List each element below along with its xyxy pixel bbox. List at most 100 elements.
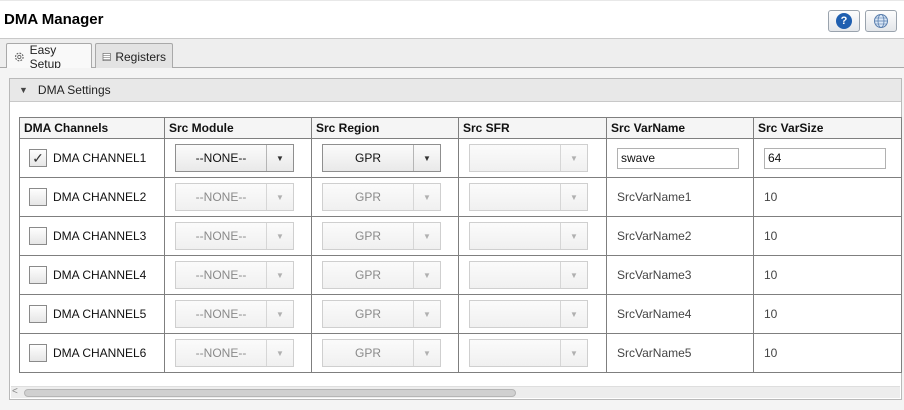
channel-label: DMA CHANNEL3 [53, 229, 147, 243]
src-varname-value: SrcVarName2 [617, 229, 692, 243]
dma-settings-panel: ▼ DMA Settings DMA Channels Src Module S… [9, 78, 902, 400]
src-sfr-select[interactable]: ▼ [469, 222, 588, 250]
select-value [470, 340, 560, 366]
channel-checkbox[interactable] [29, 305, 47, 323]
src-sfr-select[interactable]: ▼ [469, 144, 588, 172]
dropdown-arrow-icon[interactable]: ▼ [266, 145, 293, 171]
channel-checkbox[interactable] [29, 344, 47, 362]
dropdown-arrow-icon[interactable]: ▼ [413, 145, 440, 171]
select-value [470, 262, 560, 288]
select-value [470, 301, 560, 327]
dropdown-arrow-icon[interactable]: ▼ [413, 262, 440, 288]
tab-registers[interactable]: Registers [95, 43, 173, 69]
channel-checkbox[interactable] [29, 188, 47, 206]
table-row: DMA CHANNEL4 --NONE-- ▼ GPR ▼ ▼ SrcVarName… [19, 255, 902, 295]
select-value: --NONE-- [195, 307, 247, 321]
select-value: --NONE-- [195, 229, 247, 243]
help-icon: ? [836, 13, 852, 29]
src-sfr-select[interactable]: ▼ [469, 183, 588, 211]
dropdown-arrow-icon[interactable]: ▼ [413, 340, 440, 366]
tab-label: Easy Setup [29, 43, 61, 71]
dropdown-arrow-icon[interactable]: ▼ [560, 145, 587, 171]
src-region-select[interactable]: GPR ▼ [322, 222, 441, 250]
column-header: Src Region [311, 117, 459, 139]
channel-checkbox[interactable]: ✓ [29, 149, 47, 167]
select-value: --NONE-- [195, 346, 247, 360]
scrollbar-thumb[interactable] [24, 389, 516, 397]
src-varname-value: SrcVarName1 [617, 190, 692, 204]
select-value: --NONE-- [195, 190, 247, 204]
dropdown-arrow-icon[interactable]: ▼ [413, 301, 440, 327]
column-header: Src SFR [458, 117, 607, 139]
src-module-select[interactable]: --NONE-- ▼ [175, 339, 294, 367]
dropdown-arrow-icon[interactable]: ▼ [413, 223, 440, 249]
src-varsize-input[interactable] [764, 147, 886, 169]
globe-icon [874, 14, 888, 28]
table-header-row: DMA Channels Src Module Src Region Src S… [19, 117, 902, 139]
select-value: GPR [354, 151, 381, 165]
dropdown-arrow-icon[interactable]: ▼ [266, 301, 293, 327]
dropdown-arrow-icon[interactable]: ▼ [560, 262, 587, 288]
channel-checkbox[interactable] [29, 266, 47, 284]
src-module-select[interactable]: --NONE-- ▼ [175, 261, 294, 289]
column-header: Src Module [164, 117, 312, 139]
src-sfr-select[interactable]: ▼ [469, 261, 588, 289]
src-varsize-value: 10 [764, 307, 778, 321]
channel-label: DMA CHANNEL4 [53, 268, 147, 282]
main-content: ▼ DMA Settings DMA Channels Src Module S… [0, 68, 904, 410]
channel-label: DMA CHANNEL5 [53, 307, 147, 321]
select-value: --NONE-- [195, 268, 247, 282]
dropdown-arrow-icon[interactable]: ▼ [266, 223, 293, 249]
select-value: GPR [354, 190, 381, 204]
check-icon: ✓ [32, 150, 44, 166]
dropdown-arrow-icon[interactable]: ▼ [560, 340, 587, 366]
select-value: GPR [354, 346, 381, 360]
src-varname-input[interactable] [617, 147, 739, 169]
select-value [470, 145, 560, 171]
collapse-triangle-icon[interactable]: ▼ [19, 85, 28, 95]
src-region-select[interactable]: GPR ▼ [322, 300, 441, 328]
src-region-select[interactable]: GPR ▼ [322, 261, 441, 289]
section-title: DMA Settings [37, 83, 111, 97]
src-sfr-select[interactable]: ▼ [469, 300, 588, 328]
column-header: DMA Channels [19, 117, 165, 139]
channel-checkbox[interactable] [29, 227, 47, 245]
select-value: --NONE-- [195, 151, 247, 165]
gear-icon [14, 52, 24, 62]
src-module-select[interactable]: --NONE-- ▼ [175, 300, 294, 328]
src-varsize-value: 10 [764, 190, 778, 204]
dropdown-arrow-icon[interactable]: ▼ [560, 223, 587, 249]
horizontal-scrollbar[interactable]: < [11, 386, 900, 398]
src-varsize-value: 10 [764, 268, 778, 282]
dropdown-arrow-icon[interactable]: ▼ [413, 184, 440, 210]
title-bar: DMA Manager ? [0, 0, 904, 38]
dropdown-arrow-icon[interactable]: ▼ [266, 184, 293, 210]
src-region-select[interactable]: GPR ▼ [322, 339, 441, 367]
globe-button[interactable] [865, 10, 897, 32]
tab-strip: Easy Setup Registers [0, 38, 904, 71]
scroll-left-icon[interactable]: < [12, 386, 18, 397]
dropdown-arrow-icon[interactable]: ▼ [560, 301, 587, 327]
dropdown-arrow-icon[interactable]: ▼ [266, 262, 293, 288]
src-region-select[interactable]: GPR ▼ [322, 144, 441, 172]
src-varname-value: SrcVarName4 [617, 307, 692, 321]
select-value [470, 184, 560, 210]
src-varname-value: SrcVarName5 [617, 346, 692, 360]
src-sfr-select[interactable]: ▼ [469, 339, 588, 367]
select-value: GPR [354, 268, 381, 282]
channel-label: DMA CHANNEL2 [53, 190, 147, 204]
src-module-select[interactable]: --NONE-- ▼ [175, 222, 294, 250]
tab-label: Registers [115, 49, 166, 64]
dropdown-arrow-icon[interactable]: ▼ [560, 184, 587, 210]
tab-easy-setup[interactable]: Easy Setup [6, 43, 92, 71]
help-button[interactable]: ? [828, 10, 860, 32]
select-value [470, 223, 560, 249]
column-header: Src VarSize [753, 117, 902, 139]
table-row: DMA CHANNEL6 --NONE-- ▼ GPR ▼ ▼ SrcVarName… [19, 333, 902, 373]
register-table-icon [102, 52, 111, 61]
src-module-select[interactable]: --NONE-- ▼ [175, 183, 294, 211]
dropdown-arrow-icon[interactable]: ▼ [266, 340, 293, 366]
src-module-select[interactable]: --NONE-- ▼ [175, 144, 294, 172]
src-region-select[interactable]: GPR ▼ [322, 183, 441, 211]
dma-settings-header[interactable]: ▼ DMA Settings [10, 79, 901, 102]
